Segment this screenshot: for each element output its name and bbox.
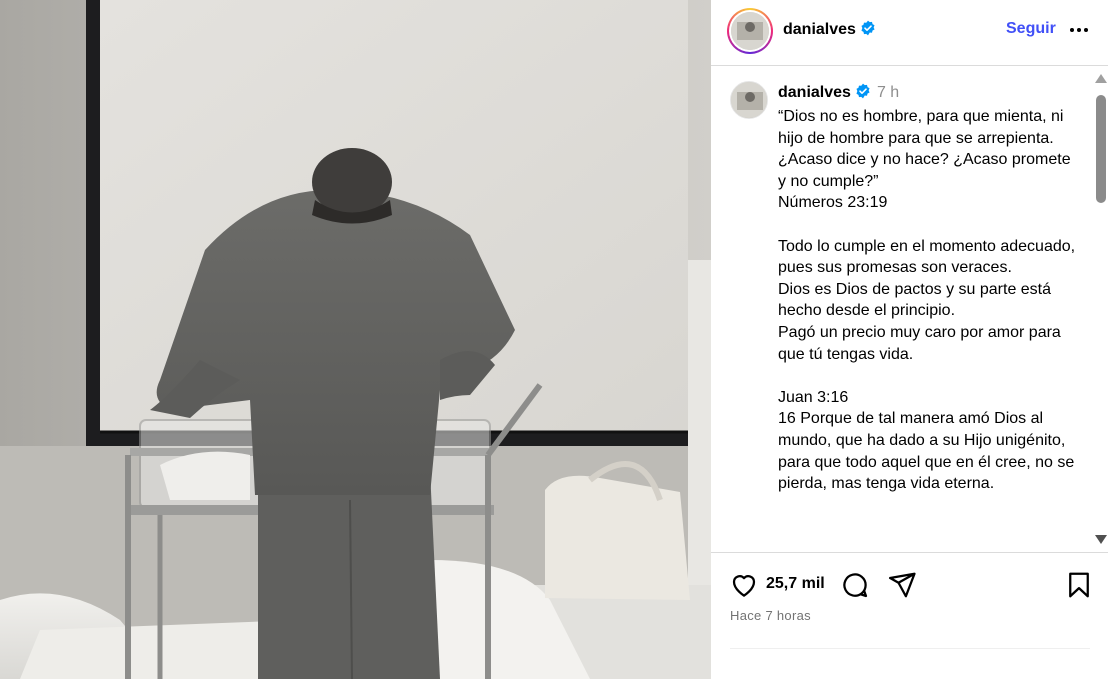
caption-author-avatar[interactable] — [730, 81, 768, 119]
caption-timestamp[interactable]: 7 h — [877, 84, 899, 101]
follow-button[interactable]: Seguir — [1006, 20, 1056, 38]
post-header: danialves Seguir — [711, 0, 1108, 66]
verified-badge-icon — [861, 20, 875, 36]
verified-badge-icon — [856, 83, 870, 99]
caption-username[interactable]: danialves — [778, 84, 851, 101]
caption-scrollbar[interactable] — [1092, 72, 1108, 548]
scroll-thumb[interactable] — [1096, 95, 1106, 203]
post-image — [0, 0, 711, 679]
scroll-up-arrow-icon[interactable] — [1095, 74, 1107, 83]
author-avatar[interactable] — [727, 8, 773, 54]
caption-header: danialves 7 h — [778, 83, 899, 102]
post-details-panel: danialves Seguir danialves 7 h “Dios no e… — [711, 0, 1108, 679]
scroll-down-arrow-icon[interactable] — [1095, 535, 1107, 544]
paper-plane-icon[interactable] — [887, 570, 917, 605]
more-options-icon[interactable] — [1067, 18, 1091, 42]
post-time-ago[interactable]: Hace 7 horas — [730, 608, 811, 623]
post-actions: 25,7 mil Hace 7 horas — [711, 552, 1108, 679]
author-username[interactable]: danialves — [783, 20, 876, 39]
caption-text: “Dios no es hombre, para que mienta, ni … — [778, 108, 1076, 493]
caption-scroll-area[interactable]: danialves 7 h “Dios no es hombre, para qu… — [711, 67, 1108, 552]
bookmark-icon[interactable] — [1064, 570, 1094, 605]
heart-icon[interactable] — [729, 570, 759, 605]
comment-icon[interactable] — [840, 570, 870, 605]
post-photo[interactable] — [0, 0, 711, 679]
add-comment-area[interactable] — [730, 648, 1090, 678]
likes-count[interactable]: 25,7 mil — [766, 575, 825, 593]
